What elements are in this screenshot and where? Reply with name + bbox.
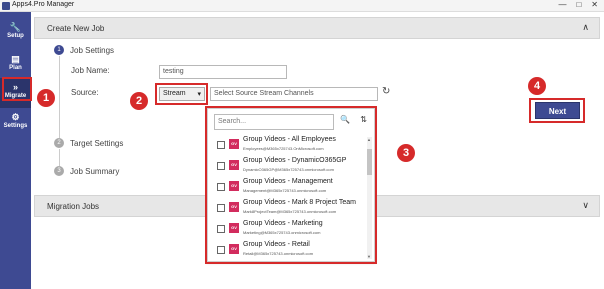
step-label-job-summary[interactable]: Job Summary [70, 167, 119, 176]
callout-number: 3 [397, 144, 415, 162]
source-label: Source: [71, 88, 99, 97]
callout-highlight-next [529, 98, 585, 123]
callout-highlight-dropdown [205, 106, 377, 264]
create-job-header[interactable]: Create New Job ∧ [34, 17, 600, 39]
step-number: 1 [54, 45, 64, 55]
refresh-icon[interactable]: ↻ [382, 86, 390, 97]
gear-icon: ⚙ [11, 112, 20, 122]
step-number: 2 [54, 138, 64, 148]
sidebar-item-label: Setup [7, 33, 24, 39]
callout-number: 1 [37, 89, 55, 107]
step-number: 3 [54, 166, 64, 176]
callout-number: 4 [528, 77, 546, 95]
step-connector [59, 56, 60, 138]
step-label-job-settings: Job Settings [70, 46, 115, 55]
sidebar-item-settings[interactable]: ⚙ Settings [0, 108, 31, 138]
job-name-label: Job Name: [71, 66, 110, 75]
step-connector [59, 149, 60, 166]
sidebar: 🔧 Setup ▤ Plan » Migrate ⚙ Settings [0, 12, 31, 289]
close-button[interactable]: ✕ [591, 0, 598, 9]
sidebar-item-plan[interactable]: ▤ Plan [0, 50, 31, 80]
maximize-button[interactable]: □ [576, 0, 581, 9]
migration-jobs-title: Migration Jobs [47, 202, 100, 211]
title-bar: Apps4.Pro Manager — □ ✕ [0, 0, 604, 12]
source-channels-input[interactable]: Select Source Stream Channels [210, 87, 378, 101]
window-title: Apps4.Pro Manager [12, 1, 75, 8]
chevron-up-icon[interactable]: ∧ [582, 22, 589, 33]
plan-icon: ▤ [11, 54, 20, 64]
sidebar-item-label: Plan [9, 65, 22, 71]
job-name-input[interactable]: testing [159, 65, 287, 79]
wrench-icon: 🔧 [9, 22, 22, 32]
chevron-down-icon[interactable]: ∨ [582, 200, 589, 211]
sidebar-item-label: Settings [3, 123, 28, 129]
window-controls: — □ ✕ [558, 0, 598, 9]
step-label-target-settings[interactable]: Target Settings [70, 139, 123, 148]
app-logo-icon [2, 2, 10, 10]
callout-highlight-migrate [2, 77, 32, 101]
minimize-button[interactable]: — [558, 0, 566, 9]
sidebar-item-setup[interactable]: 🔧 Setup [0, 18, 31, 48]
callout-number: 2 [130, 92, 148, 110]
callout-highlight-source-type [155, 83, 208, 105]
create-job-title: Create New Job [47, 24, 105, 33]
